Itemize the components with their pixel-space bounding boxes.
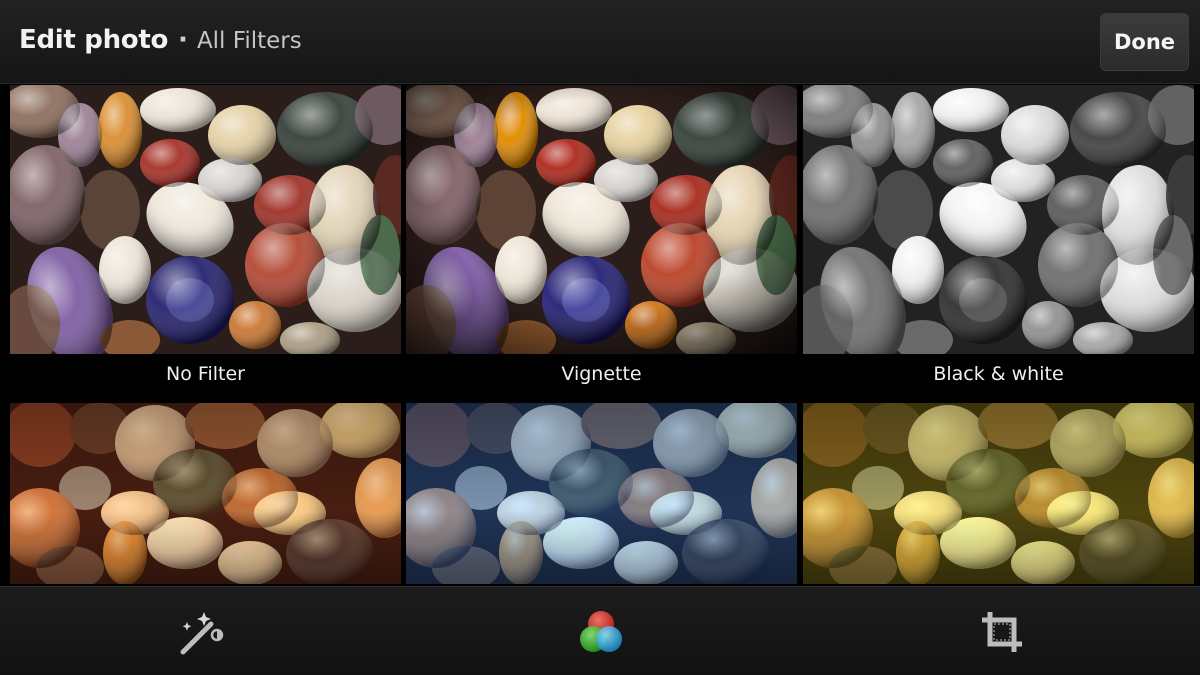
filter-tile-black-white[interactable]: Black & white — [803, 85, 1194, 390]
edit-photo-screen: Edit photo · All Filters Done No Filter … — [0, 0, 1200, 675]
crop-icon — [982, 611, 1022, 652]
filter-tile-cool[interactable] — [406, 403, 797, 584]
filter-thumbnail — [10, 85, 401, 354]
filter-thumbnail — [803, 403, 1194, 584]
filter-thumbnail — [10, 403, 401, 584]
filter-tile-vignette[interactable]: Vignette — [406, 85, 797, 390]
crop-button[interactable] — [942, 587, 1062, 675]
page-title: Edit photo — [19, 25, 169, 55]
filter-label: Black & white — [933, 363, 1064, 385]
title-separator: · — [178, 25, 188, 55]
color-circles-icon — [580, 610, 622, 652]
filter-thumbnail — [406, 85, 797, 354]
filter-label: No Filter — [166, 363, 245, 385]
title-area: Edit photo · All Filters — [19, 25, 302, 61]
magic-wand-icon — [180, 611, 224, 654]
filter-tile-yellow[interactable] — [803, 403, 1194, 584]
action-bar: Edit photo · All Filters Done — [0, 0, 1200, 84]
filter-tile-no-filter[interactable]: No Filter — [10, 85, 401, 390]
filter-thumbnail — [406, 403, 797, 584]
auto-enhance-button[interactable] — [141, 587, 261, 675]
bottom-toolbar — [0, 586, 1200, 675]
page-subtitle: All Filters — [196, 28, 302, 54]
filter-label: Vignette — [561, 363, 642, 385]
filters-button[interactable] — [541, 587, 661, 675]
filter-tile-warm[interactable] — [10, 403, 401, 584]
done-button[interactable]: Done — [1100, 13, 1189, 71]
filter-thumbnail — [803, 85, 1194, 354]
